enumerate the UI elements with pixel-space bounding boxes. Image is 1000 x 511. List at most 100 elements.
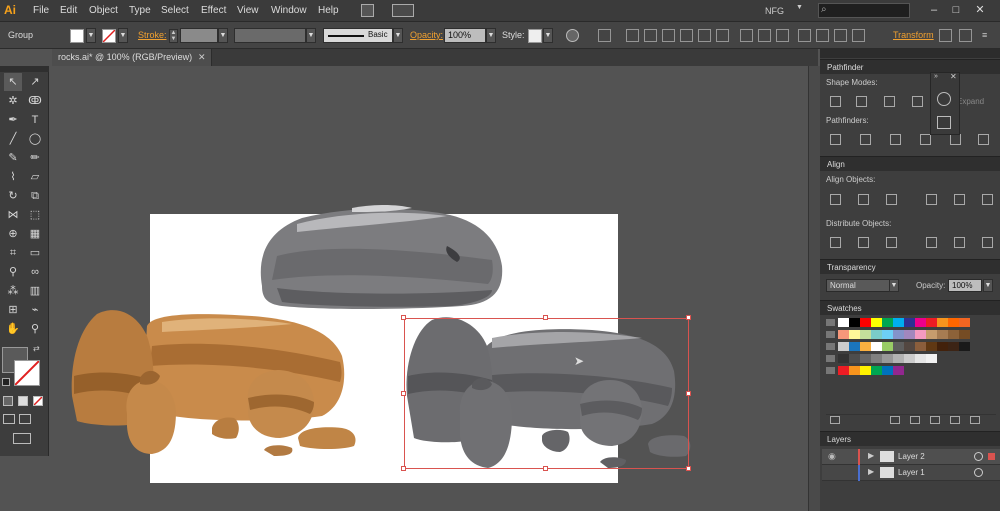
- expand-layer-icon[interactable]: ▶: [868, 467, 874, 476]
- stroke-weight-dropdown[interactable]: ▼: [218, 28, 228, 43]
- layers-panel-header[interactable]: Layers: [820, 431, 1000, 446]
- crop-icon[interactable]: [920, 134, 931, 145]
- gradient-tool-icon[interactable]: ▭: [26, 244, 44, 262]
- distribute-left-icon[interactable]: [798, 29, 811, 42]
- minus-front-icon[interactable]: [856, 96, 867, 107]
- transparency-opacity-input[interactable]: 100%: [948, 279, 982, 292]
- swatch[interactable]: [849, 330, 860, 339]
- swatch[interactable]: [948, 330, 959, 339]
- stroke-color-dropdown[interactable]: ▼: [118, 28, 128, 43]
- swatch-folder-icon[interactable]: [826, 319, 835, 326]
- graphic-style-swatch[interactable]: [528, 29, 542, 43]
- vertical-scrollbar[interactable]: [808, 66, 820, 511]
- blend-tool-icon[interactable]: ∞: [26, 263, 44, 281]
- distribute-bottom-icon[interactable]: [776, 29, 789, 42]
- ellipse-tool-icon[interactable]: ◯: [26, 130, 44, 148]
- swatch[interactable]: [849, 342, 860, 351]
- trim-icon[interactable]: [860, 134, 871, 145]
- fill-swatch[interactable]: [70, 29, 84, 43]
- draw-behind-icon[interactable]: [19, 414, 31, 424]
- brush-definition[interactable]: Basic: [323, 28, 393, 43]
- column-graph-tool-icon[interactable]: ▥: [26, 282, 44, 300]
- minimize-button[interactable]: –: [926, 3, 942, 17]
- menu-view[interactable]: View: [237, 0, 259, 22]
- float-expand-icon[interactable]: »: [934, 73, 938, 80]
- handle-bottom-right[interactable]: [686, 466, 691, 471]
- swatch[interactable]: [838, 330, 849, 339]
- target-icon[interactable]: [974, 468, 983, 477]
- lasso-tool-icon[interactable]: ↂ: [26, 92, 44, 110]
- eraser-tool-icon[interactable]: ▱: [26, 168, 44, 186]
- swatch[interactable]: [893, 354, 904, 363]
- variable-width-dropdown[interactable]: ▼: [306, 28, 316, 43]
- artboard-tool-icon[interactable]: ⊞: [4, 301, 22, 319]
- selection-bounding-box[interactable]: [404, 318, 689, 469]
- blend-mode-dropdown[interactable]: Normal: [826, 279, 890, 292]
- graphic-styles-icon[interactable]: [937, 116, 951, 129]
- arrange-documents-icon[interactable]: [392, 4, 414, 17]
- bridge-icon[interactable]: [361, 4, 374, 17]
- swatch[interactable]: [849, 366, 860, 375]
- swatch[interactable]: [904, 354, 915, 363]
- opacity-input[interactable]: 100%: [444, 28, 486, 43]
- swatch[interactable]: [937, 318, 948, 327]
- swatch[interactable]: [838, 342, 849, 351]
- swatch[interactable]: [882, 354, 893, 363]
- handle-bottom-center[interactable]: [543, 466, 548, 471]
- unite-icon[interactable]: [830, 96, 841, 107]
- selection-tool-icon[interactable]: ↖: [4, 73, 22, 91]
- swap-fill-stroke-icon[interactable]: ⇄: [33, 344, 40, 353]
- type-tool-icon[interactable]: T: [26, 111, 44, 129]
- swatch-libraries-icon[interactable]: [830, 416, 840, 424]
- swatch-options-icon[interactable]: [910, 416, 920, 424]
- screen-mode-icon[interactable]: [13, 433, 31, 444]
- swatch[interactable]: [937, 330, 948, 339]
- blend-mode-arrow[interactable]: ▼: [889, 279, 899, 292]
- zoom-tool-icon[interactable]: ⚲: [26, 320, 44, 338]
- layer-name[interactable]: Layer 2: [898, 449, 925, 465]
- paintbrush-tool-icon[interactable]: ✎: [4, 149, 22, 167]
- dock-top-bar[interactable]: [820, 49, 1000, 58]
- pen-tool-icon[interactable]: ✒: [4, 111, 22, 129]
- align-hcenter-icon[interactable]: [644, 29, 657, 42]
- swatch-folder-icon[interactable]: [826, 367, 835, 374]
- swatch[interactable]: [915, 354, 926, 363]
- none-mode-icon[interactable]: [33, 396, 43, 406]
- mesh-tool-icon[interactable]: ⌗: [4, 244, 22, 262]
- swatch[interactable]: [893, 330, 904, 339]
- new-swatch-icon[interactable]: [950, 416, 960, 424]
- blob-brush-tool-icon[interactable]: ⌇: [4, 168, 22, 186]
- maximize-button[interactable]: □: [948, 3, 964, 17]
- stroke-weight-stepper[interactable]: ▲ ▼: [169, 29, 178, 43]
- swatch[interactable]: [893, 318, 904, 327]
- visibility-eye-icon[interactable]: ◉: [828, 451, 836, 462]
- control-bar-menu-icon[interactable]: ≡: [982, 30, 987, 40]
- align-bottom-icon[interactable]: [716, 29, 729, 42]
- gradient-mode-icon[interactable]: [18, 396, 28, 406]
- swatch[interactable]: [849, 354, 860, 363]
- menu-type[interactable]: Type: [129, 0, 151, 22]
- swatch-folder-icon[interactable]: [826, 343, 835, 350]
- panel-align-vcenter-icon[interactable]: [954, 194, 965, 205]
- swatch[interactable]: [860, 318, 871, 327]
- default-fill-stroke-icon[interactable]: [2, 378, 10, 386]
- distribute-vcenter-icon[interactable]: [758, 29, 771, 42]
- close-button[interactable]: ✕: [972, 3, 988, 17]
- workspace-switcher[interactable]: NFG: [765, 4, 813, 18]
- swatch[interactable]: [926, 330, 937, 339]
- layer-row-1[interactable]: ▶ Layer 1: [822, 465, 1000, 481]
- align-panel-header[interactable]: Align: [820, 156, 1000, 171]
- merge-icon[interactable]: [890, 134, 901, 145]
- swatch[interactable]: [871, 330, 882, 339]
- divide-icon[interactable]: [830, 134, 841, 145]
- close-tab-icon[interactable]: ✕: [198, 49, 210, 66]
- pathfinder-panel-header[interactable]: Pathfinder: [820, 59, 1000, 74]
- distribute-right-icon[interactable]: [834, 29, 847, 42]
- swatch[interactable]: [849, 318, 860, 327]
- transparency-opacity-arrow[interactable]: ▼: [983, 279, 993, 292]
- perspective-grid-tool-icon[interactable]: ▦: [26, 225, 44, 243]
- align-top-icon[interactable]: [680, 29, 693, 42]
- swatch[interactable]: [959, 330, 970, 339]
- pencil-tool-icon[interactable]: ✏: [26, 149, 44, 167]
- swatch[interactable]: [893, 366, 904, 375]
